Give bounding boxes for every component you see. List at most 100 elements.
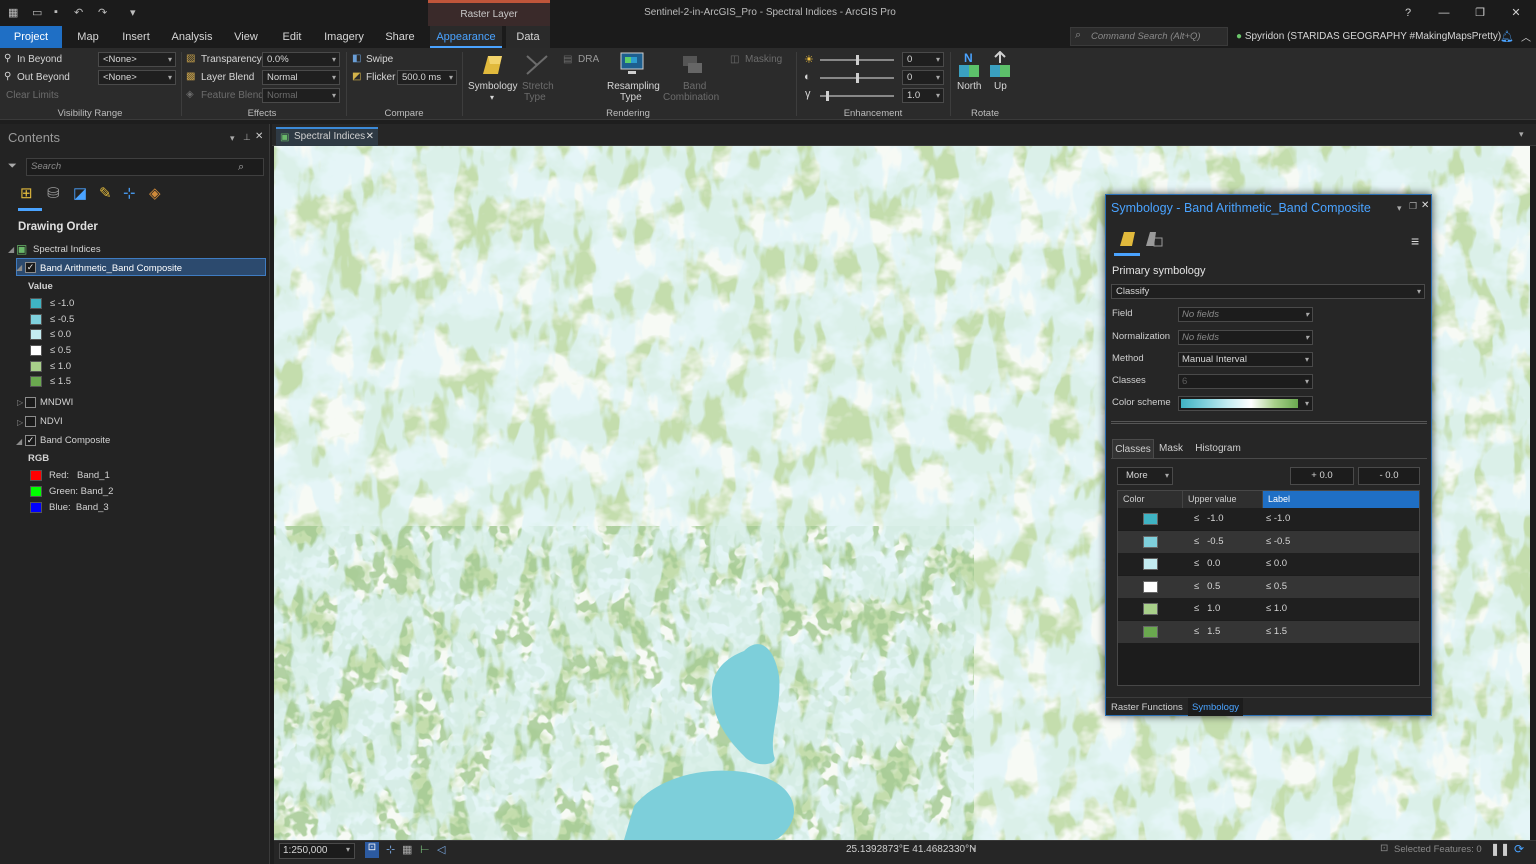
maximize-button[interactable]: ❐ [1468, 4, 1492, 22]
upper-value-cell[interactable]: ≤ 0.0 [1194, 553, 1220, 575]
feature-blend-select[interactable]: Normal [262, 88, 340, 103]
band-label[interactable]: Band [683, 81, 706, 92]
tab-classes[interactable]: Classes [1112, 439, 1154, 459]
tab-mask[interactable]: Mask [1156, 439, 1186, 459]
maximize-icon[interactable]: ❐ [1409, 201, 1417, 212]
tab-histogram[interactable]: Histogram [1190, 439, 1246, 459]
gamma-slider-handle[interactable] [826, 91, 829, 101]
pin-icon[interactable]: ⊥ [243, 132, 251, 143]
open-icon[interactable]: ▭ [32, 6, 42, 19]
stretch-label[interactable]: Stretch [522, 81, 554, 92]
navigate-tool-icon[interactable]: ⊡ [365, 842, 379, 858]
upper-value-cell[interactable]: ≤ -0.5 [1194, 531, 1224, 553]
label-cell[interactable]: ≤ 0.0 [1266, 553, 1287, 575]
class-color-swatch[interactable] [1143, 603, 1158, 615]
table-row[interactable]: ≤ 1.5 ≤ 1.5 [1118, 621, 1419, 643]
class-color-swatch[interactable] [1143, 536, 1158, 548]
list-by-data-source-icon[interactable]: ⛁ [47, 184, 60, 202]
gamma-input[interactable]: 1.0 [902, 88, 944, 103]
upper-value-cell[interactable]: ≤ 1.5 [1194, 621, 1220, 643]
in-beyond-select[interactable]: <None> [98, 52, 176, 67]
brightness-slider-handle[interactable] [856, 55, 859, 65]
primary-symbology-icon[interactable] [1118, 229, 1138, 249]
snapping-icon[interactable]: ⊹ [386, 843, 395, 856]
column-header-upper-value[interactable]: Upper value [1182, 491, 1262, 508]
grid-icon[interactable]: ▦ [402, 843, 412, 856]
chevron-down-icon[interactable]: ▾ [1397, 203, 1402, 214]
splitter[interactable] [1111, 421, 1427, 424]
app-icon[interactable]: ▦ [8, 6, 18, 19]
layer-visibility-checkbox[interactable] [25, 416, 36, 427]
save-icon[interactable]: ▪ [54, 6, 58, 18]
contrast-slider-handle[interactable] [856, 73, 859, 83]
table-row[interactable]: ≤ 0.5 ≤ 0.5 [1118, 576, 1419, 598]
contents-search-input[interactable]: Search [26, 158, 264, 176]
layer-blend-select[interactable]: Normal [262, 70, 340, 85]
label-cell[interactable]: ≤ 0.5 [1266, 576, 1287, 598]
tab-analysis[interactable]: Analysis [166, 26, 218, 48]
field-select[interactable]: No fields [1178, 307, 1313, 322]
chevron-down-icon[interactable]: ▾ [230, 133, 235, 144]
table-row[interactable]: ≤ -0.5 ≤ -0.5 [1118, 531, 1419, 553]
tab-share[interactable]: Share [378, 26, 422, 48]
tab-edit[interactable]: Edit [272, 26, 312, 48]
scale-select[interactable]: 1:250,000 [279, 843, 355, 859]
list-by-drawing-order-icon[interactable]: ⊞ [20, 184, 33, 202]
constraints-icon[interactable]: ⊢ [420, 843, 430, 856]
refresh-map-icon[interactable]: ◁ [437, 843, 445, 856]
method-select[interactable]: Manual Interval [1178, 352, 1313, 367]
label-cell[interactable]: ≤ 1.0 [1266, 598, 1287, 620]
flicker-button[interactable]: Flicker [366, 72, 395, 83]
collapsed-icon[interactable]: ▷ [17, 398, 23, 407]
expand-icon[interactable]: ◢ [16, 437, 22, 446]
layer-visibility-checkbox[interactable] [25, 397, 36, 408]
close-icon[interactable]: ✕ [255, 131, 263, 142]
layer-visibility-checkbox[interactable]: ✓ [25, 435, 36, 446]
tab-raster-functions[interactable]: Raster Functions [1111, 702, 1183, 713]
list-by-snapping-icon[interactable]: ⊹ [123, 184, 136, 202]
list-by-selection-icon[interactable]: ◪ [73, 184, 87, 202]
out-beyond-select[interactable]: <None> [98, 70, 176, 85]
upper-value-cell[interactable]: ≤ -1.0 [1194, 508, 1224, 530]
list-by-editing-icon[interactable]: ✎ [99, 184, 112, 202]
notification-icon[interactable]: 🔔︎ [1500, 30, 1514, 43]
resampling-label[interactable]: Resampling [607, 81, 660, 92]
clear-limits-button[interactable]: Clear Limits [6, 90, 59, 101]
decrease-value-button[interactable]: - 0.0 [1358, 467, 1420, 485]
masking-button[interactable]: Masking [745, 54, 782, 65]
customize-icon[interactable]: ▾ [130, 6, 136, 19]
north-button[interactable]: North [957, 81, 981, 92]
layer-name[interactable]: Band Arithmetic_Band Composite [40, 263, 182, 274]
stretch-type-label[interactable]: Type [524, 92, 546, 103]
color-scheme-select[interactable] [1178, 396, 1313, 411]
upper-value-cell[interactable]: ≤ 0.5 [1194, 576, 1220, 598]
out-beyond-label[interactable]: Out Beyond [17, 72, 70, 83]
minimize-button[interactable]: — [1432, 4, 1456, 22]
help-icon[interactable]: ? [1396, 4, 1420, 22]
band-combination-label[interactable]: Combination [663, 92, 719, 103]
in-beyond-label[interactable]: In Beyond [17, 54, 62, 65]
class-color-swatch[interactable] [1143, 513, 1158, 525]
collapsed-icon[interactable]: ▷ [17, 418, 23, 427]
refresh-icon[interactable]: ⟳ [1514, 842, 1524, 856]
tab-appearance[interactable]: Appearance [430, 26, 502, 48]
contrast-input[interactable]: 0 [902, 70, 944, 85]
up-button[interactable]: Up [994, 81, 1007, 92]
gamma-slider[interactable] [820, 95, 894, 97]
swipe-button[interactable]: Swipe [366, 54, 393, 65]
tab-insert[interactable]: Insert [114, 26, 158, 48]
class-color-swatch[interactable] [1143, 558, 1158, 570]
transparency-input[interactable]: 0.0% [262, 52, 340, 67]
pause-drawing-icon[interactable]: ❚❚ [1490, 842, 1510, 856]
table-row[interactable]: ≤ 1.0 ≤ 1.0 [1118, 598, 1419, 620]
list-by-labeling-icon[interactable]: ◈ [149, 184, 161, 202]
symbology-button[interactable]: Symbology [468, 81, 517, 92]
chevron-down-icon[interactable]: ▾ [972, 845, 976, 854]
filter-icon[interactable]: ⏷ [8, 160, 17, 173]
close-icon[interactable]: ✕ [366, 129, 374, 145]
normalization-select[interactable]: No fields [1178, 330, 1313, 345]
layer-name[interactable]: NDVI [40, 416, 63, 427]
tab-symbology[interactable]: Symbology [1188, 698, 1243, 716]
map-name[interactable]: Spectral Indices [33, 244, 101, 255]
vary-symbology-icon[interactable] [1144, 229, 1164, 249]
